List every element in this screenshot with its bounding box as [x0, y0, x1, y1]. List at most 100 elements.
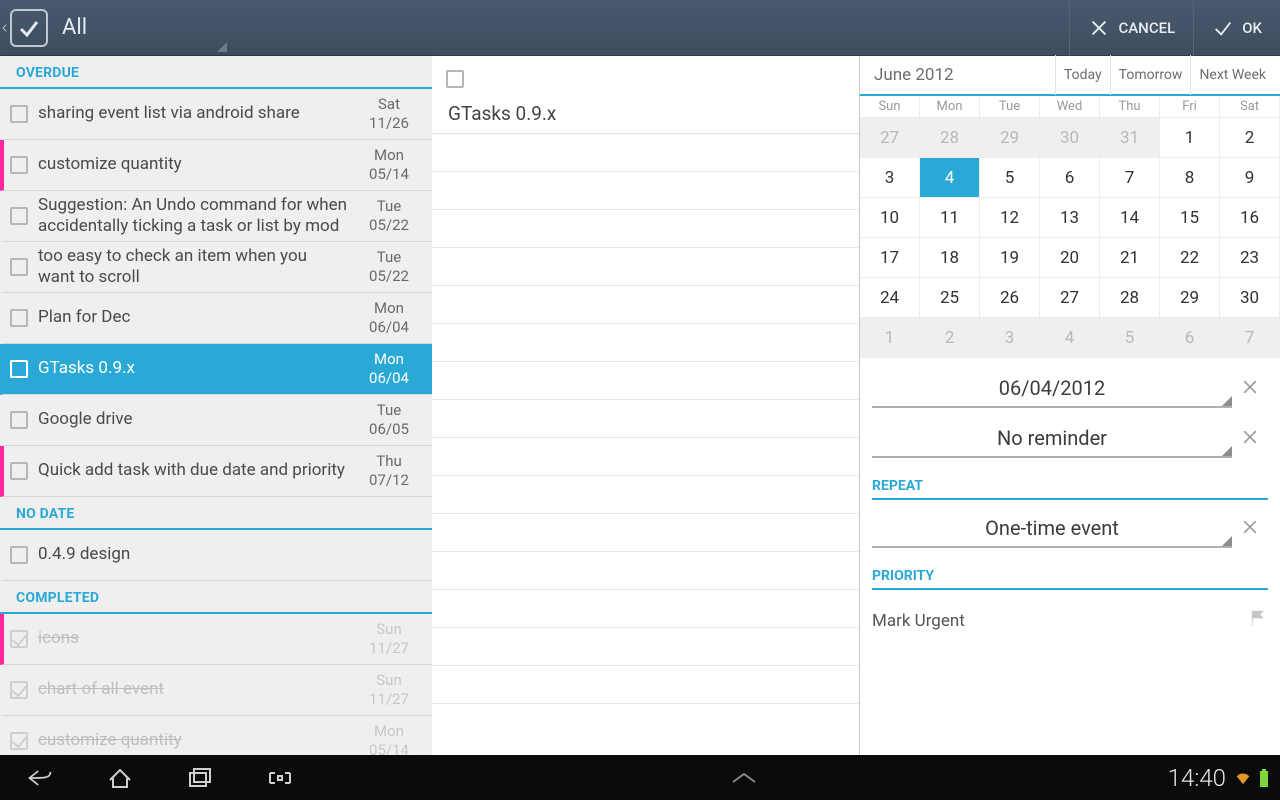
task-checkbox[interactable]	[10, 309, 28, 327]
dropdown-triangle-icon	[217, 42, 227, 52]
calendar-day[interactable]: 3	[860, 158, 920, 198]
task-row[interactable]: customize quantityMon05/14	[0, 716, 432, 755]
battery-icon	[1258, 768, 1270, 788]
calendar-day[interactable]: 13	[1040, 198, 1100, 238]
calendar-day[interactable]: 22	[1160, 238, 1220, 278]
task-checkbox[interactable]	[10, 681, 28, 699]
back-chevron-icon[interactable]	[0, 0, 10, 56]
task-checkbox[interactable]	[10, 411, 28, 429]
calendar-day[interactable]: 18	[920, 238, 980, 278]
task-row[interactable]: Suggestion: An Undo command for when acc…	[0, 191, 432, 242]
calendar-day[interactable]: 12	[980, 198, 1040, 238]
wifi-icon	[1234, 769, 1252, 787]
clear-date-button[interactable]	[1232, 377, 1268, 401]
list-selector-dropdown[interactable]: All	[62, 0, 227, 56]
calendar-dow: Fri	[1160, 96, 1220, 118]
task-row[interactable]: 0.4.9 design	[0, 530, 432, 581]
priority-section-label: PRIORITY	[872, 568, 1268, 590]
calendar-day[interactable]: 8	[1160, 158, 1220, 198]
calendar-day[interactable]: 27	[1040, 278, 1100, 318]
calendar-tomorrow-button[interactable]: Tomorrow	[1110, 55, 1191, 95]
calendar-day[interactable]: 6	[1040, 158, 1100, 198]
task-row[interactable]: sharing event list via android shareSat1…	[0, 89, 432, 140]
app-logo-icon[interactable]	[10, 9, 48, 47]
task-checkbox[interactable]	[10, 258, 28, 276]
task-title[interactable]: GTasks 0.9.x	[432, 94, 859, 134]
reminder-value: No reminder	[997, 426, 1107, 450]
calendar-day[interactable]: 30	[1220, 278, 1280, 318]
task-checkbox[interactable]	[10, 546, 28, 564]
task-complete-checkbox[interactable]	[446, 70, 464, 88]
task-row[interactable]: chart of all eventSun11/27	[0, 665, 432, 716]
calendar-nextweek-button[interactable]: Next Week	[1190, 55, 1274, 95]
calendar-day[interactable]: 1	[1160, 118, 1220, 158]
dropdown-triangle-icon	[1222, 396, 1232, 406]
calendar-day[interactable]: 19	[980, 238, 1040, 278]
reminder-dropdown[interactable]: No reminder	[872, 420, 1232, 458]
section-header: COMPLETED	[0, 581, 432, 614]
calendar-day[interactable]: 4	[920, 158, 980, 198]
nav-screenshot-button[interactable]	[240, 755, 320, 800]
calendar-day[interactable]: 28	[920, 118, 980, 158]
calendar-today-button[interactable]: Today	[1055, 55, 1110, 95]
calendar-day[interactable]: 29	[980, 118, 1040, 158]
task-date: Mon05/14	[356, 722, 422, 755]
calendar-day[interactable]: 17	[860, 238, 920, 278]
calendar-day[interactable]: 21	[1100, 238, 1160, 278]
task-checkbox[interactable]	[10, 105, 28, 123]
calendar-day[interactable]: 7	[1220, 318, 1280, 358]
calendar-day[interactable]: 15	[1160, 198, 1220, 238]
calendar-day[interactable]: 27	[860, 118, 920, 158]
calendar-day[interactable]: 31	[1100, 118, 1160, 158]
task-row[interactable]: iconsSun11/27	[0, 614, 432, 665]
task-row[interactable]: customize quantityMon05/14	[0, 140, 432, 191]
priority-toggle[interactable]: Mark Urgent	[872, 608, 1268, 633]
task-text: too easy to check an item when you want …	[38, 246, 356, 289]
clear-repeat-button[interactable]	[1232, 517, 1268, 541]
task-row[interactable]: Plan for DecMon06/04	[0, 293, 432, 344]
calendar-day[interactable]: 30	[1040, 118, 1100, 158]
task-list-panel[interactable]: OVERDUEsharing event list via android sh…	[0, 56, 432, 755]
calendar-day[interactable]: 28	[1100, 278, 1160, 318]
task-row[interactable]: Google driveTue06/05	[0, 395, 432, 446]
nav-recents-button[interactable]	[160, 755, 240, 800]
calendar-day[interactable]: 29	[1160, 278, 1220, 318]
calendar-day[interactable]: 2	[1220, 118, 1280, 158]
cancel-button[interactable]: CANCEL	[1069, 0, 1193, 56]
task-row[interactable]: GTasks 0.9.xMon06/04	[0, 344, 432, 395]
task-checkbox[interactable]	[10, 156, 28, 174]
task-checkbox[interactable]	[10, 462, 28, 480]
calendar-day[interactable]: 16	[1220, 198, 1280, 238]
calendar-day[interactable]: 5	[1100, 318, 1160, 358]
task-notes-area[interactable]	[432, 134, 859, 755]
nav-expand-button[interactable]	[320, 771, 1168, 785]
task-row[interactable]: too easy to check an item when you want …	[0, 242, 432, 293]
calendar-day[interactable]: 24	[860, 278, 920, 318]
nav-back-button[interactable]	[0, 755, 80, 800]
calendar-day[interactable]: 9	[1220, 158, 1280, 198]
calendar-day[interactable]: 6	[1160, 318, 1220, 358]
calendar-day[interactable]: 7	[1100, 158, 1160, 198]
calendar-day[interactable]: 2	[920, 318, 980, 358]
calendar-day[interactable]: 23	[1220, 238, 1280, 278]
calendar-day[interactable]: 5	[980, 158, 1040, 198]
task-row[interactable]: Quick add task with due date and priorit…	[0, 446, 432, 497]
calendar-day[interactable]: 10	[860, 198, 920, 238]
nav-home-button[interactable]	[80, 755, 160, 800]
task-checkbox[interactable]	[10, 207, 28, 225]
calendar-day[interactable]: 4	[1040, 318, 1100, 358]
calendar-day[interactable]: 1	[860, 318, 920, 358]
calendar-day[interactable]: 11	[920, 198, 980, 238]
calendar-day[interactable]: 20	[1040, 238, 1100, 278]
calendar-day[interactable]: 14	[1100, 198, 1160, 238]
clear-reminder-button[interactable]	[1232, 427, 1268, 451]
task-checkbox[interactable]	[10, 630, 28, 648]
calendar-day[interactable]: 3	[980, 318, 1040, 358]
due-date-dropdown[interactable]: 06/04/2012	[872, 370, 1232, 408]
calendar-day[interactable]: 25	[920, 278, 980, 318]
calendar-day[interactable]: 26	[980, 278, 1040, 318]
task-checkbox[interactable]	[10, 360, 28, 378]
repeat-dropdown[interactable]: One-time event	[872, 510, 1232, 548]
ok-button[interactable]: OK	[1193, 0, 1280, 56]
task-checkbox[interactable]	[10, 732, 28, 750]
